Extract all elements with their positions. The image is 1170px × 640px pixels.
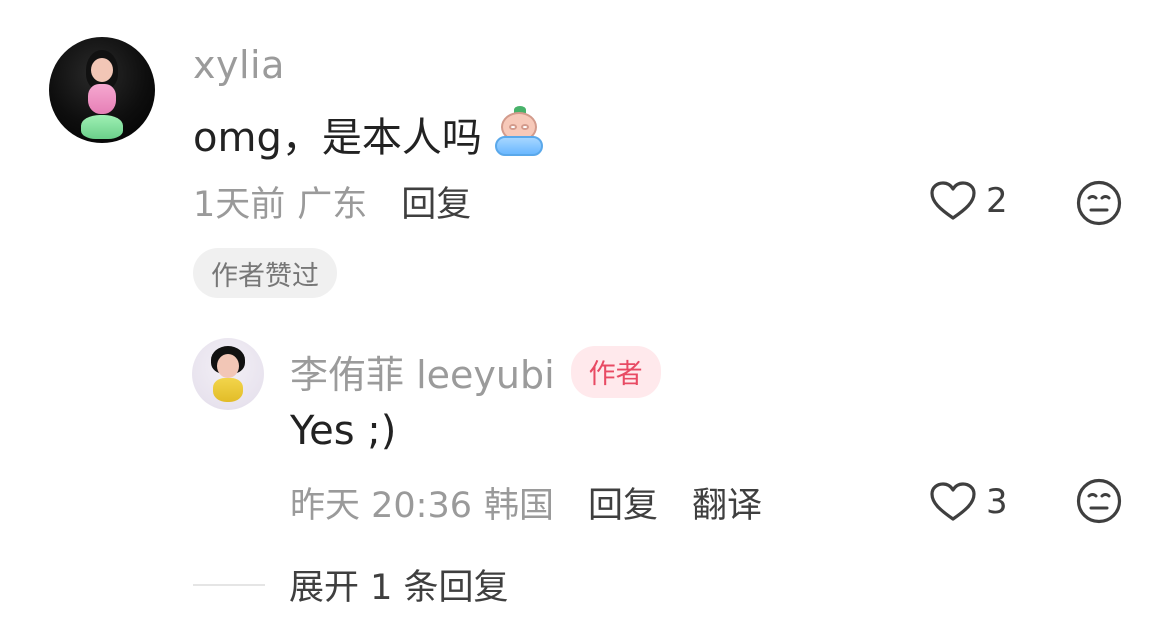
reply-meta: 昨天 20:36 韩国 回复 翻译 [290, 477, 762, 528]
author-avatar[interactable] [192, 338, 264, 410]
neutral-face-icon[interactable] [1076, 478, 1122, 524]
neutral-face-icon[interactable] [1076, 180, 1122, 226]
crying-peach-sticker-icon [492, 106, 546, 158]
sticker-eye-right [520, 124, 529, 130]
author-avatar-top [213, 378, 243, 402]
comment-like-button[interactable]: 2 [930, 181, 1008, 221]
comment-text-content: omg，是本人吗 [193, 115, 482, 161]
expand-divider [193, 583, 265, 586]
expand-replies-row[interactable]: 展开 1 条回复 [193, 559, 509, 610]
author-name-row: 李侑菲 leeyubi 作者 [290, 344, 661, 399]
translate-button[interactable]: 翻译 [692, 477, 762, 528]
comment-time: 1天前 [193, 185, 286, 225]
sticker-body [494, 136, 543, 156]
author-username[interactable]: 李侑菲 leeyubi [290, 344, 555, 399]
comment-location: 广东 [297, 185, 368, 225]
comment-like-count: 2 [986, 181, 1008, 221]
heart-outline-icon [930, 181, 976, 220]
reply-text: Yes ;) [290, 408, 397, 454]
reply-time: 昨天 20:36 [290, 486, 472, 526]
avatar-skirt [81, 115, 123, 139]
reply-like-count: 3 [986, 482, 1008, 522]
author-tag-badge: 作者 [570, 345, 661, 398]
expand-replies-button[interactable]: 展开 1 条回复 [289, 559, 509, 610]
liked-by-author-badge: 作者赞过 [193, 248, 337, 298]
reply-location: 韩国 [484, 486, 555, 526]
sticker-eye-left [508, 124, 517, 130]
author-avatar-face [217, 354, 239, 378]
comment-meta: 1天前 广东 回复 [193, 176, 471, 227]
reply-like-button[interactable]: 3 [930, 482, 1008, 522]
commenter-username[interactable]: xylia [193, 43, 285, 87]
heart-outline-icon [930, 482, 976, 521]
avatar-top [88, 84, 116, 114]
avatar-face [91, 58, 113, 82]
comment-reply-button[interactable]: 回复 [401, 176, 471, 227]
comment-text: omg，是本人吗 [193, 105, 546, 163]
reply-reply-button[interactable]: 回复 [588, 477, 658, 528]
commenter-avatar[interactable] [49, 37, 155, 143]
